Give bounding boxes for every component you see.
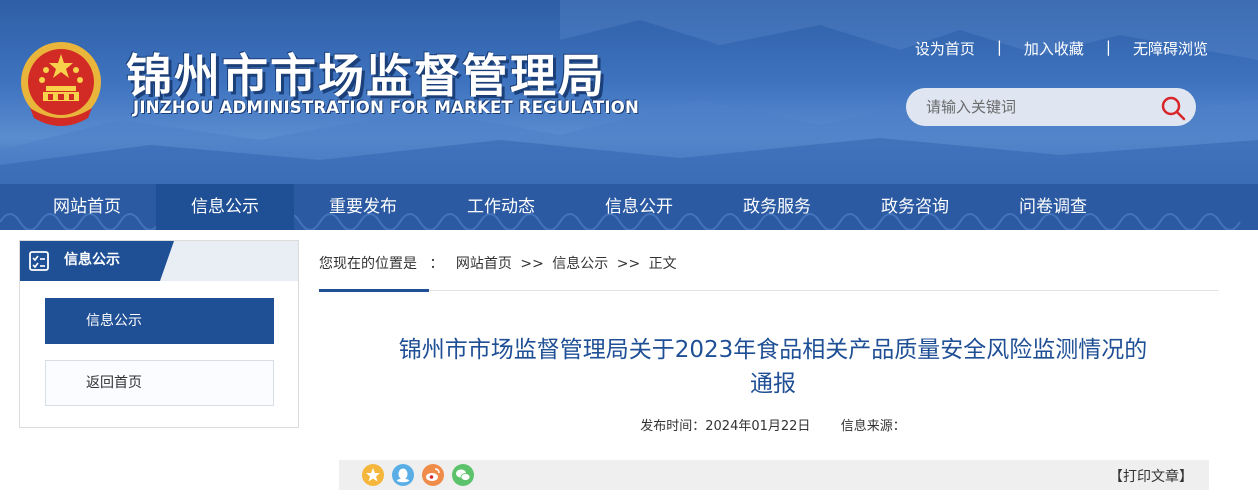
nav-item-info-disclosure[interactable]: 信息公开 [570, 184, 708, 230]
search-icon[interactable] [1160, 95, 1186, 121]
sidebar-item-back-home[interactable]: 返回首页 [45, 360, 274, 406]
top-links: 设为首页 | 加入收藏 | 无障碍浏览 [915, 38, 1208, 59]
breadcrumb-home[interactable]: 网站首页 [456, 256, 512, 272]
separator: | [1105, 38, 1111, 56]
nav-items: 网站首页 信息公示 重要发布 工作动态 信息公开 政务服务 政务咨询 问卷调查 [18, 184, 1122, 230]
sidebar-item-info-notice[interactable]: 信息公示 [45, 298, 274, 344]
share-bar: 【打印文章】 [339, 460, 1209, 490]
nav-item-work-news[interactable]: 工作动态 [432, 184, 570, 230]
nav-item-info-notice[interactable]: 信息公示 [156, 184, 294, 230]
nav-item-important-release[interactable]: 重要发布 [294, 184, 432, 230]
breadcrumb-prefix: 您现在的位置是 [319, 256, 417, 272]
qq-icon[interactable] [391, 463, 415, 487]
national-emblem-icon [21, 42, 101, 126]
sidebar-header: 信息公示 [20, 241, 298, 281]
search-box [906, 88, 1196, 126]
site-subtitle: JINZHOU ADMINISTRATION FOR MARKET REGULA… [133, 98, 639, 117]
breadcrumb-current: 正文 [648, 256, 677, 272]
main-nav: 网站首页 信息公示 重要发布 工作动态 信息公开 政务服务 政务咨询 问卷调查 [0, 184, 1258, 230]
weibo-icon[interactable] [421, 463, 445, 487]
publish-label: 发布时间： [640, 419, 706, 434]
article-title: 锦州市市场监督管理局关于2023年食品相关产品质量安全风险监测情况的 通报 [340, 333, 1206, 401]
article-meta: 发布时间：2024年01月22日 信息来源： [340, 415, 1206, 434]
nav-item-gov-consult[interactable]: 政务咨询 [846, 184, 984, 230]
breadcrumb-info-notice[interactable]: 信息公示 [552, 256, 608, 272]
source-label: 信息来源： [840, 419, 906, 434]
header-banner: 锦州市市场监督管理局 JINZHOU ADMINISTRATION FOR MA… [0, 0, 1258, 184]
print-article-button[interactable]: 【打印文章】 [1109, 466, 1193, 486]
checklist-icon [29, 251, 49, 271]
publish-date: 2024年01月22日 [705, 419, 811, 434]
add-favorite-link[interactable]: 加入收藏 [1024, 38, 1084, 59]
favorite-icon[interactable] [361, 463, 385, 487]
site-title: 锦州市市场监督管理局 [126, 49, 606, 103]
breadcrumb-underline [319, 289, 429, 292]
sidebar-title: 信息公示 [64, 252, 120, 268]
sidebar-tab-tip [160, 241, 174, 281]
breadcrumb: 您现在的位置是 ： 网站首页 >> 信息公示 >> 正文 [319, 253, 677, 273]
breadcrumb-colon: ： [429, 256, 444, 272]
set-homepage-link[interactable]: 设为首页 [915, 38, 975, 59]
article-title-line1: 锦州市市场监督管理局关于2023年食品相关产品质量安全风险监测情况的 [398, 337, 1148, 363]
article-title-line2: 通报 [750, 371, 796, 397]
separator: | [996, 38, 1002, 56]
breadcrumb-separator: >> [520, 256, 544, 272]
accessibility-link[interactable]: 无障碍浏览 [1133, 38, 1208, 59]
wechat-icon[interactable] [451, 463, 475, 487]
breadcrumb-separator: >> [616, 256, 641, 272]
nav-item-survey[interactable]: 问卷调查 [984, 184, 1122, 230]
sidebar: 信息公示 信息公示 返回首页 [19, 240, 299, 428]
breadcrumb-divider [319, 290, 1219, 291]
nav-item-gov-service[interactable]: 政务服务 [708, 184, 846, 230]
sidebar-tab: 信息公示 [20, 241, 160, 281]
nav-item-home[interactable]: 网站首页 [18, 184, 156, 230]
search-input[interactable] [926, 88, 1156, 126]
